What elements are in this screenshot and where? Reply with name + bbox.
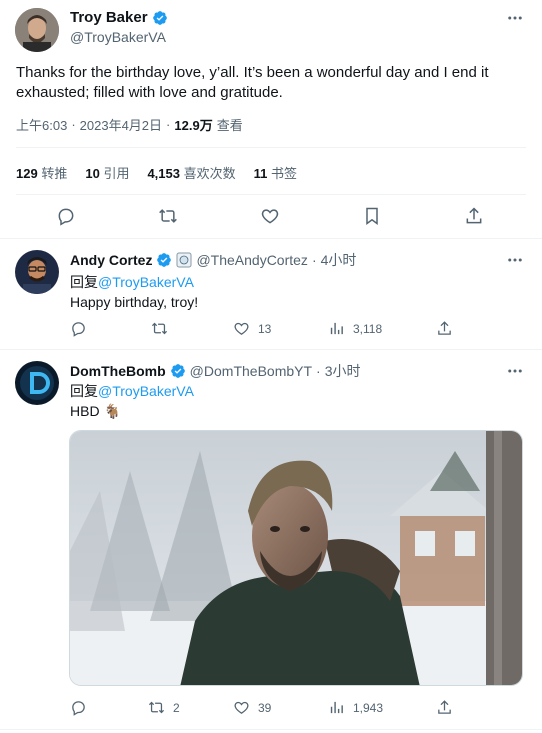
retweet-button[interactable]: 2: [148, 699, 180, 716]
verified-badge-icon: [157, 253, 172, 267]
avatar-photo-icon: [15, 8, 59, 52]
retweet-icon: [148, 701, 165, 714]
andy-cortez-avatar[interactable]: [15, 250, 59, 294]
more-options-icon[interactable]: [506, 251, 524, 269]
author-name[interactable]: Andy Cortez: [70, 252, 152, 268]
likes-stat[interactable]: 4,153 喜欢次数: [147, 163, 235, 182]
like-count: 13: [258, 321, 272, 336]
time-ago[interactable]: 3小时: [325, 361, 361, 381]
like-button[interactable]: [260, 206, 280, 226]
bookmark-icon: [366, 207, 378, 225]
views-button[interactable]: 3,118: [328, 320, 382, 337]
verified-badge-icon: [152, 10, 167, 25]
reply-icon: [72, 701, 85, 716]
reply-icon: [58, 208, 74, 226]
affiliate-badge-icon: [176, 252, 192, 268]
like-count: 39: [258, 700, 272, 715]
avatar-logo-icon: [15, 361, 59, 405]
avatar-photo-icon: [15, 250, 59, 294]
views-count: 12.9万: [174, 118, 213, 133]
views-count: 1,943: [353, 700, 384, 715]
retweet-icon: [159, 209, 177, 223]
meta-dot: ·: [311, 252, 317, 268]
media-photo: [70, 431, 522, 685]
author-handle[interactable]: @TheAndyCortez: [196, 252, 307, 268]
share-icon: [438, 700, 451, 714]
reply-text: Happy birthday, troy!: [70, 294, 199, 310]
reply-button[interactable]: [56, 206, 76, 226]
bookmarks-stat[interactable]: 11 书签: [254, 163, 297, 182]
meta-dot: ·: [316, 363, 321, 379]
share-icon: [438, 321, 451, 335]
share-icon: [466, 207, 482, 224]
retweet-count: 2: [173, 700, 180, 715]
reply-prefix: 回复: [70, 274, 98, 290]
reply-tweet[interactable]: Andy Cortez @TheAndyCortez · 4小时 回复@Troy…: [0, 239, 542, 349]
meta-dot: ·: [166, 117, 171, 132]
reply-prefix: 回复: [70, 383, 98, 399]
reply-button[interactable]: [70, 699, 87, 716]
reply-to-link[interactable]: @TroyBakerVA: [98, 383, 194, 399]
main-tweet: Troy Baker @TroyBakerVA Thanks for the b…: [0, 0, 542, 238]
more-options-icon[interactable]: [506, 362, 524, 380]
retweet-icon: [151, 322, 168, 335]
views-label: 查看: [216, 118, 243, 133]
meta-dot: ·: [71, 117, 76, 132]
reply-icon: [72, 322, 85, 337]
views-button[interactable]: 1,943: [328, 699, 383, 716]
reply-text: HBD 🐐: [70, 403, 121, 419]
verified-badge-icon: [170, 364, 185, 378]
author-handle[interactable]: @DomTheBombYT: [190, 363, 312, 379]
retweet-button[interactable]: [151, 320, 176, 337]
like-icon: [261, 209, 279, 224]
author-name[interactable]: Troy Baker: [70, 9, 148, 26]
tweet-text: Thanks for the birthday love, y’all. It’…: [16, 64, 489, 101]
retweets-stat[interactable]: 129 转推: [16, 163, 67, 182]
more-options-icon[interactable]: [506, 9, 524, 27]
time-ago[interactable]: 4小时: [321, 250, 357, 270]
reply-button[interactable]: [70, 320, 87, 337]
like-button[interactable]: 39: [233, 699, 271, 716]
reply-to-link[interactable]: @TroyBakerVA: [98, 274, 194, 290]
tweet-time[interactable]: 上午6:03: [16, 115, 67, 134]
share-button[interactable]: [436, 699, 453, 716]
author-handle[interactable]: @TroyBakerVA: [70, 29, 166, 45]
like-button[interactable]: 13: [233, 320, 271, 337]
retweet-button[interactable]: [158, 206, 178, 226]
like-icon: [234, 322, 249, 335]
share-button[interactable]: [464, 206, 484, 226]
tweet-date[interactable]: 2023年4月2日: [80, 115, 162, 134]
quotes-stat[interactable]: 10 引用: [85, 163, 129, 182]
share-button[interactable]: [436, 320, 453, 337]
reply-tweet[interactable]: DomTheBomb @DomTheBombYT · 3小时 回复@TroyBa…: [0, 350, 542, 733]
author-name[interactable]: DomTheBomb: [70, 363, 166, 379]
bookmark-button[interactable]: [362, 206, 382, 226]
troy-baker-avatar[interactable]: [15, 8, 59, 52]
views-count: 3,118: [353, 321, 383, 336]
like-icon: [234, 701, 249, 714]
tweet-media-image[interactable]: [69, 430, 523, 686]
domthebomb-avatar[interactable]: [15, 361, 59, 405]
analytics-icon: [330, 701, 343, 714]
analytics-icon: [330, 322, 343, 335]
